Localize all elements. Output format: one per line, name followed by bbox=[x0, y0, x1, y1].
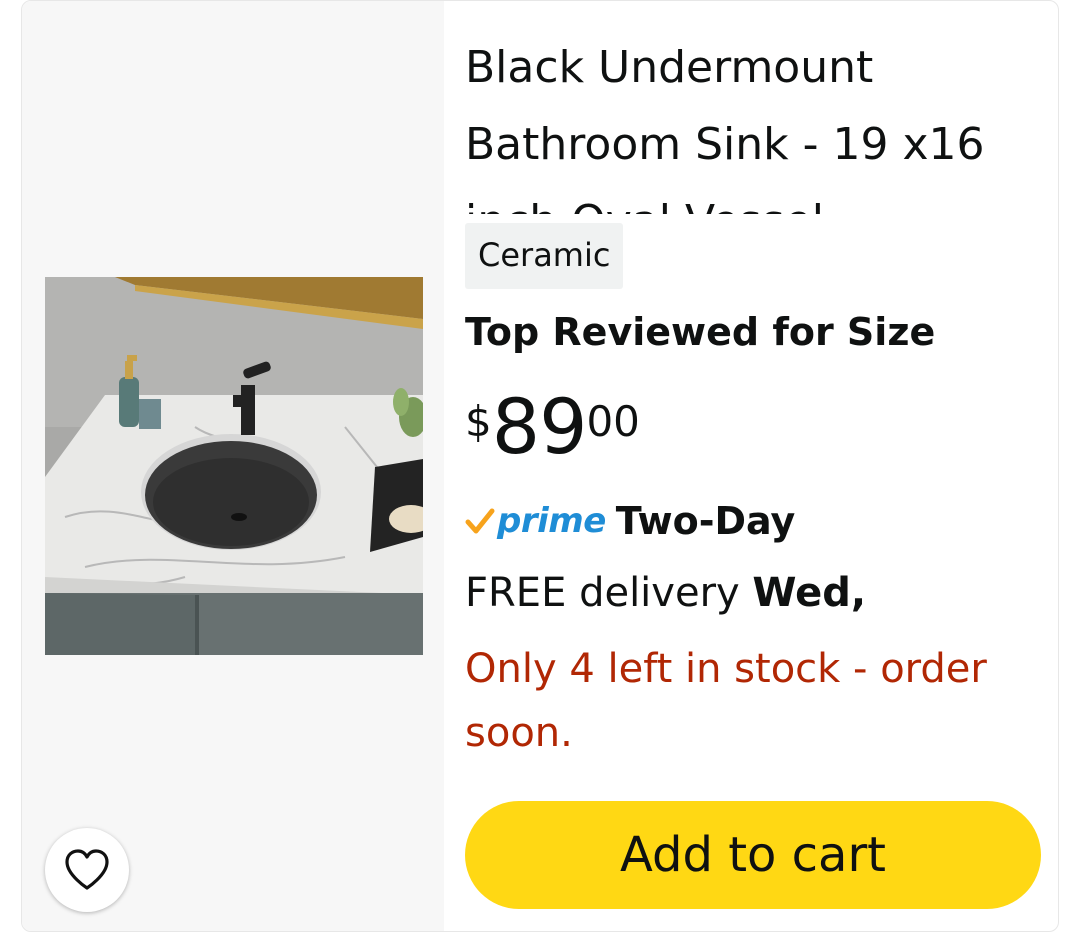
price: $8900 bbox=[465, 379, 640, 471]
heart-icon bbox=[65, 849, 109, 890]
check-icon bbox=[465, 508, 495, 534]
image-pane bbox=[22, 1, 444, 931]
product-card[interactable]: Black Undermount Bathroom Sink - 19 x16 … bbox=[21, 0, 1059, 932]
prime-logo: prime bbox=[465, 501, 606, 541]
prime-wordmark: prime bbox=[497, 501, 606, 541]
delivery-prefix: FREE delivery bbox=[465, 570, 753, 616]
stock-message: Only 4 left in stock - order soon. bbox=[465, 646, 987, 756]
product-title[interactable]: Black Undermount Bathroom Sink - 19 x16 … bbox=[465, 29, 1025, 214]
delivery-info: FREE delivery Wed, bbox=[465, 563, 866, 623]
product-image[interactable] bbox=[45, 277, 423, 655]
top-reviewed-label: Top Reviewed for Size bbox=[465, 310, 936, 354]
price-fraction: 00 bbox=[586, 397, 640, 446]
price-symbol: $ bbox=[465, 397, 492, 446]
add-to-cart-button[interactable]: Add to cart bbox=[465, 801, 1041, 909]
delivery-date: Wed, bbox=[752, 570, 867, 616]
material-badge: Ceramic bbox=[465, 223, 624, 289]
delivery-speed: Two-Day bbox=[615, 499, 796, 543]
price-whole: 89 bbox=[491, 382, 588, 471]
wishlist-button[interactable] bbox=[45, 828, 129, 912]
prime-delivery: prime Two-Day bbox=[465, 491, 795, 551]
